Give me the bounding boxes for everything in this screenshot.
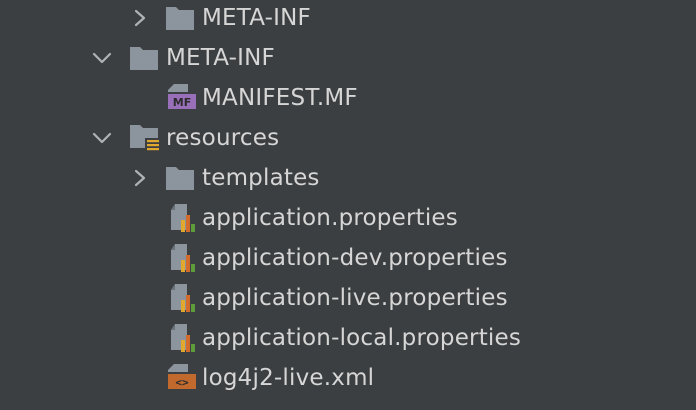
- tree-item-label: application-live.properties: [202, 285, 508, 311]
- manifest-file-icon: MF: [166, 82, 198, 114]
- tree-node-manifest[interactable]: MF MANIFEST.MF: [0, 78, 696, 118]
- project-tree: META-INF META-INF MF MANIFEST.MF resourc…: [0, 0, 696, 410]
- chevron-right-icon[interactable]: [129, 7, 151, 29]
- tree-node-log4j2-live-xml[interactable]: <> log4j2-live.xml: [0, 358, 696, 398]
- properties-file-icon: [167, 202, 197, 234]
- chevron-down-icon[interactable]: [91, 47, 113, 69]
- tree-item-label: META-INF: [166, 45, 275, 71]
- tree-node-resources[interactable]: resources: [0, 118, 696, 158]
- folder-icon: [92, 404, 122, 410]
- folder-icon: [165, 164, 195, 192]
- svg-text:MF: MF: [173, 96, 191, 109]
- tree-node-partial[interactable]: [0, 398, 696, 410]
- resources-folder-icon: [129, 122, 163, 154]
- svg-text:<>: <>: [175, 376, 189, 389]
- tree-item-label: MANIFEST.MF: [202, 85, 358, 111]
- chevron-down-icon[interactable]: [91, 127, 113, 149]
- tree-node-meta-inf-collapsed[interactable]: META-INF: [0, 0, 696, 38]
- chevron-right-icon[interactable]: [56, 404, 70, 410]
- chevron-right-icon[interactable]: [129, 167, 151, 189]
- tree-item-label: resources: [166, 125, 280, 151]
- tree-item-label: application.properties: [202, 205, 458, 231]
- folder-icon: [129, 44, 159, 72]
- tree-node-templates[interactable]: templates: [0, 158, 696, 198]
- tree-item-label: templates: [202, 165, 320, 191]
- properties-file-icon: [167, 282, 197, 314]
- tree-item-label: META-INF: [202, 5, 311, 31]
- tree-node-application-dev-properties[interactable]: application-dev.properties: [0, 238, 696, 278]
- tree-node-meta-inf-expanded[interactable]: META-INF: [0, 38, 696, 78]
- tree-item-label: application-dev.properties: [202, 245, 508, 271]
- properties-file-icon: [167, 322, 197, 354]
- tree-item-label: log4j2-live.xml: [202, 365, 375, 391]
- tree-node-application-local-properties[interactable]: application-local.properties: [0, 318, 696, 358]
- properties-file-icon: [167, 242, 197, 274]
- tree-node-application-live-properties[interactable]: application-live.properties: [0, 278, 696, 318]
- tree-item-label: application-local.properties: [202, 325, 522, 351]
- xml-file-icon: <>: [166, 362, 198, 394]
- tree-node-application-properties[interactable]: application.properties: [0, 198, 696, 238]
- folder-icon: [165, 4, 195, 32]
